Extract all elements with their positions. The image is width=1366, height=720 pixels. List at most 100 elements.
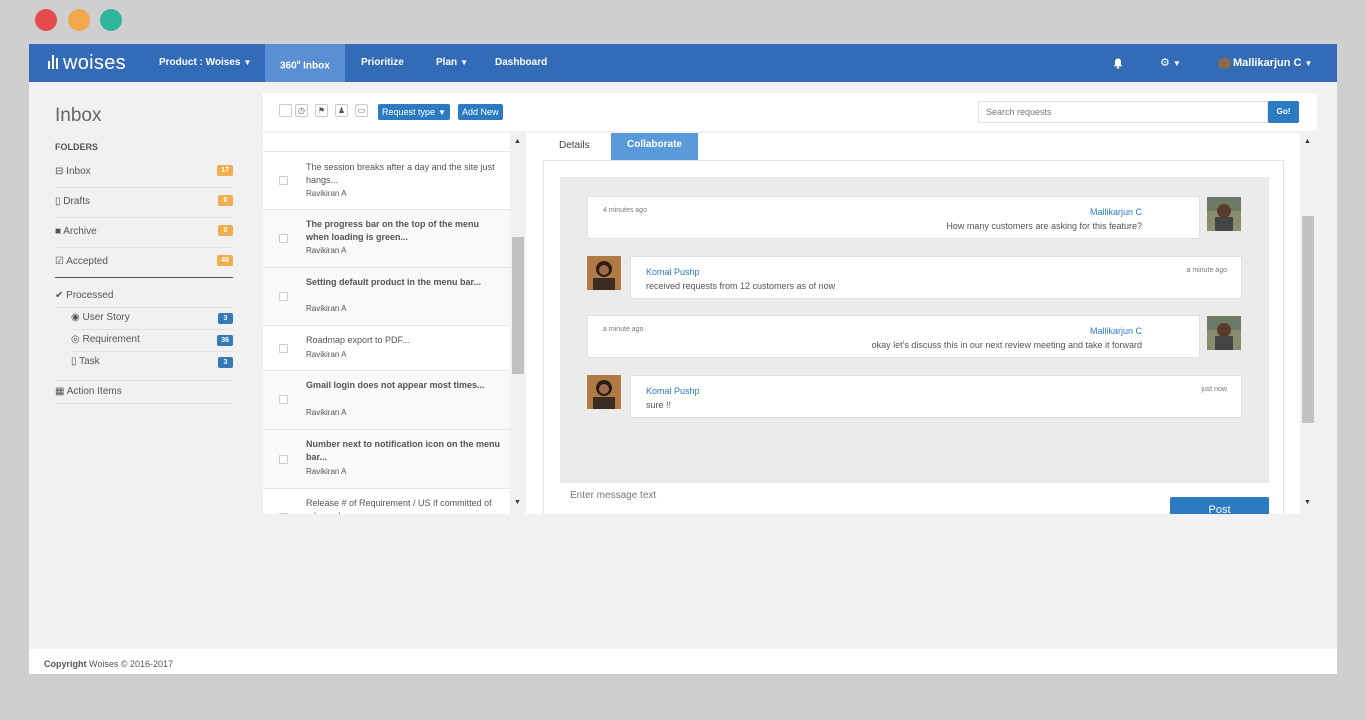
nav-360-inbox[interactable]: 360o Inbox [265, 44, 345, 82]
chat-messages: 4 minutes ago Mallikarjun C How many cus… [560, 177, 1269, 483]
folder-accepted-label: ☑ Accepted [55, 250, 108, 274]
chat-box: 4 minutes ago Mallikarjun C How many cus… [543, 160, 1284, 514]
folder-archive[interactable]: ■ Archive 0 [55, 220, 233, 248]
scroll-thumb[interactable] [512, 237, 524, 374]
folder-inbox[interactable]: ⊟ Inbox 17 [55, 160, 233, 188]
folder-action-items[interactable]: ▦ Action Items [55, 380, 233, 404]
request-item[interactable]: Number next to notification icon on the … [263, 430, 510, 489]
request-author: Ravikiran A [306, 246, 347, 255]
flag-icon[interactable]: ⚑ [315, 104, 328, 117]
request-checkbox[interactable] [279, 234, 288, 243]
caret-down-icon: ▼ [460, 58, 469, 67]
scroll-down-arrow-icon[interactable]: ▼ [1304, 499, 1311, 506]
folder-processed-text: Processed [66, 290, 114, 301]
request-item[interactable]: The progress bar on the top of the menu … [263, 210, 510, 268]
count-badge: 0 [218, 195, 233, 206]
file-icon: ▯ [55, 196, 61, 207]
user-icon[interactable]: ♟ [335, 104, 348, 117]
request-toolbar: ◷ ⚑ ♟ ▭ Request type ▼ Add New Search req… [263, 93, 1317, 131]
scroll-down-arrow-icon[interactable]: ▼ [514, 499, 521, 506]
message-time: a minute ago [603, 326, 644, 333]
request-item[interactable]: Gmail login does not appear most times..… [263, 371, 510, 430]
nav-plan-label: Plan [436, 57, 458, 68]
settings-dropdown[interactable]: ⚙ ▼ [1160, 44, 1181, 82]
scroll-up-arrow-icon[interactable]: ▲ [1304, 138, 1311, 145]
request-author: Ravikiran A [306, 304, 347, 313]
tab-details[interactable]: Details [543, 133, 609, 157]
request-author: Ravikiran A [306, 350, 347, 359]
chat-message: 4 minutes ago Mallikarjun C How many cus… [587, 196, 1200, 239]
message-input[interactable]: Enter message text [560, 483, 1148, 514]
bookmark-icon: ▯ [71, 356, 77, 367]
request-item[interactable]: Setting default product in the menu bar.… [263, 268, 510, 326]
top-navbar: woises Product : Woises ▼ 360o Inbox Prio… [29, 44, 1337, 82]
avatar [587, 256, 621, 290]
post-button[interactable]: Post [1170, 497, 1269, 514]
request-item[interactable]: Roadmap export to PDF... Ravikiran A [263, 326, 510, 371]
clock-icon[interactable]: ◷ [295, 104, 308, 117]
request-checkbox[interactable] [279, 513, 288, 514]
message-time: a minute ago [1186, 267, 1227, 274]
caret-down-icon: ▼ [438, 108, 446, 117]
product-label: Product : Woises [159, 57, 241, 68]
request-checkbox[interactable] [279, 455, 288, 464]
user-menu[interactable]: Mallikarjun C ▼ [1218, 44, 1312, 82]
folder-drafts-text: Drafts [63, 196, 90, 207]
request-checkbox[interactable] [279, 395, 288, 404]
logo[interactable]: woises [48, 52, 126, 75]
search-input[interactable]: Search requests [978, 101, 1268, 123]
request-type-dropdown[interactable]: Request type ▼ [378, 104, 450, 120]
go-button[interactable]: Go! [1268, 101, 1299, 123]
subfolder-task[interactable]: ▯ Task 3 [71, 352, 233, 374]
folder-action-items-text: Action Items [66, 386, 122, 397]
subfolder-user-story[interactable]: ◉ User Story 3 [71, 308, 233, 330]
calendar-icon: ▦ [55, 386, 65, 397]
close-window-dot[interactable] [35, 9, 57, 31]
minimize-window-dot[interactable] [68, 9, 90, 31]
message-author[interactable]: Mallikarjun C [1090, 207, 1142, 217]
monitor-icon[interactable]: ▭ [355, 104, 368, 117]
notification-bell-icon[interactable] [1113, 44, 1123, 82]
count-badge: 17 [217, 165, 233, 176]
request-checkbox[interactable] [279, 176, 288, 185]
folder-archive-text: Archive [63, 226, 97, 237]
gear-icon: ⚙ [1160, 57, 1170, 69]
check-icon: ✔ [55, 290, 64, 301]
request-item[interactable]: The session breaks after a day and the s… [263, 153, 510, 210]
request-checkbox[interactable] [279, 344, 288, 353]
message-author[interactable]: Komal Pushp [646, 386, 700, 396]
list-scrollbar[interactable]: ▲ ▼ [510, 133, 526, 514]
target-icon: ◎ [71, 334, 80, 345]
folder-processed[interactable]: ✔ Processed [55, 286, 233, 308]
request-checkbox[interactable] [279, 292, 288, 301]
count-badge: 40 [217, 255, 233, 266]
nav-prioritize[interactable]: Prioritize [361, 44, 404, 82]
scroll-up-arrow-icon[interactable]: ▲ [514, 138, 521, 145]
nav-plan-dropdown[interactable]: Plan ▼ [436, 44, 468, 82]
add-new-button[interactable]: Add New [458, 104, 503, 120]
count-badge: 0 [218, 225, 233, 236]
product-dropdown[interactable]: Product : Woises ▼ [159, 44, 251, 82]
nav-dashboard[interactable]: Dashboard [495, 44, 547, 82]
maximize-window-dot[interactable] [100, 9, 122, 31]
caret-down-icon: ▼ [1304, 59, 1313, 68]
scroll-thumb[interactable] [1302, 216, 1314, 423]
folder-drafts[interactable]: ▯ Drafts 0 [55, 190, 233, 218]
footer: Copyright Woises © 2016-2017 [29, 649, 1337, 674]
folder-accepted[interactable]: ☑ Accepted 40 [55, 250, 233, 278]
tab-collaborate[interactable]: Collaborate [611, 133, 698, 160]
detail-scrollbar[interactable]: ▲ ▼ [1300, 133, 1316, 514]
folder-drafts-label: ▯ Drafts [55, 190, 90, 214]
subfolder-requirement[interactable]: ◎ Requirement 36 [71, 330, 233, 352]
folder-inbox-text: Inbox [66, 166, 91, 177]
select-all-checkbox[interactable] [279, 104, 292, 117]
request-item[interactable]: Release # of Requirement / US if committ… [263, 489, 510, 514]
message-author[interactable]: Mallikarjun C [1090, 326, 1142, 336]
copyright-text: Woises © 2016-2017 [86, 659, 174, 669]
copyright-label: Copyright [44, 659, 87, 669]
message-author[interactable]: Komal Pushp [646, 267, 700, 277]
list-top-spacer [263, 133, 510, 152]
request-title: Gmail login does not appear most times..… [306, 380, 485, 390]
message-text: received requests from 12 customers as o… [646, 281, 836, 291]
user-avatar [1218, 57, 1231, 69]
